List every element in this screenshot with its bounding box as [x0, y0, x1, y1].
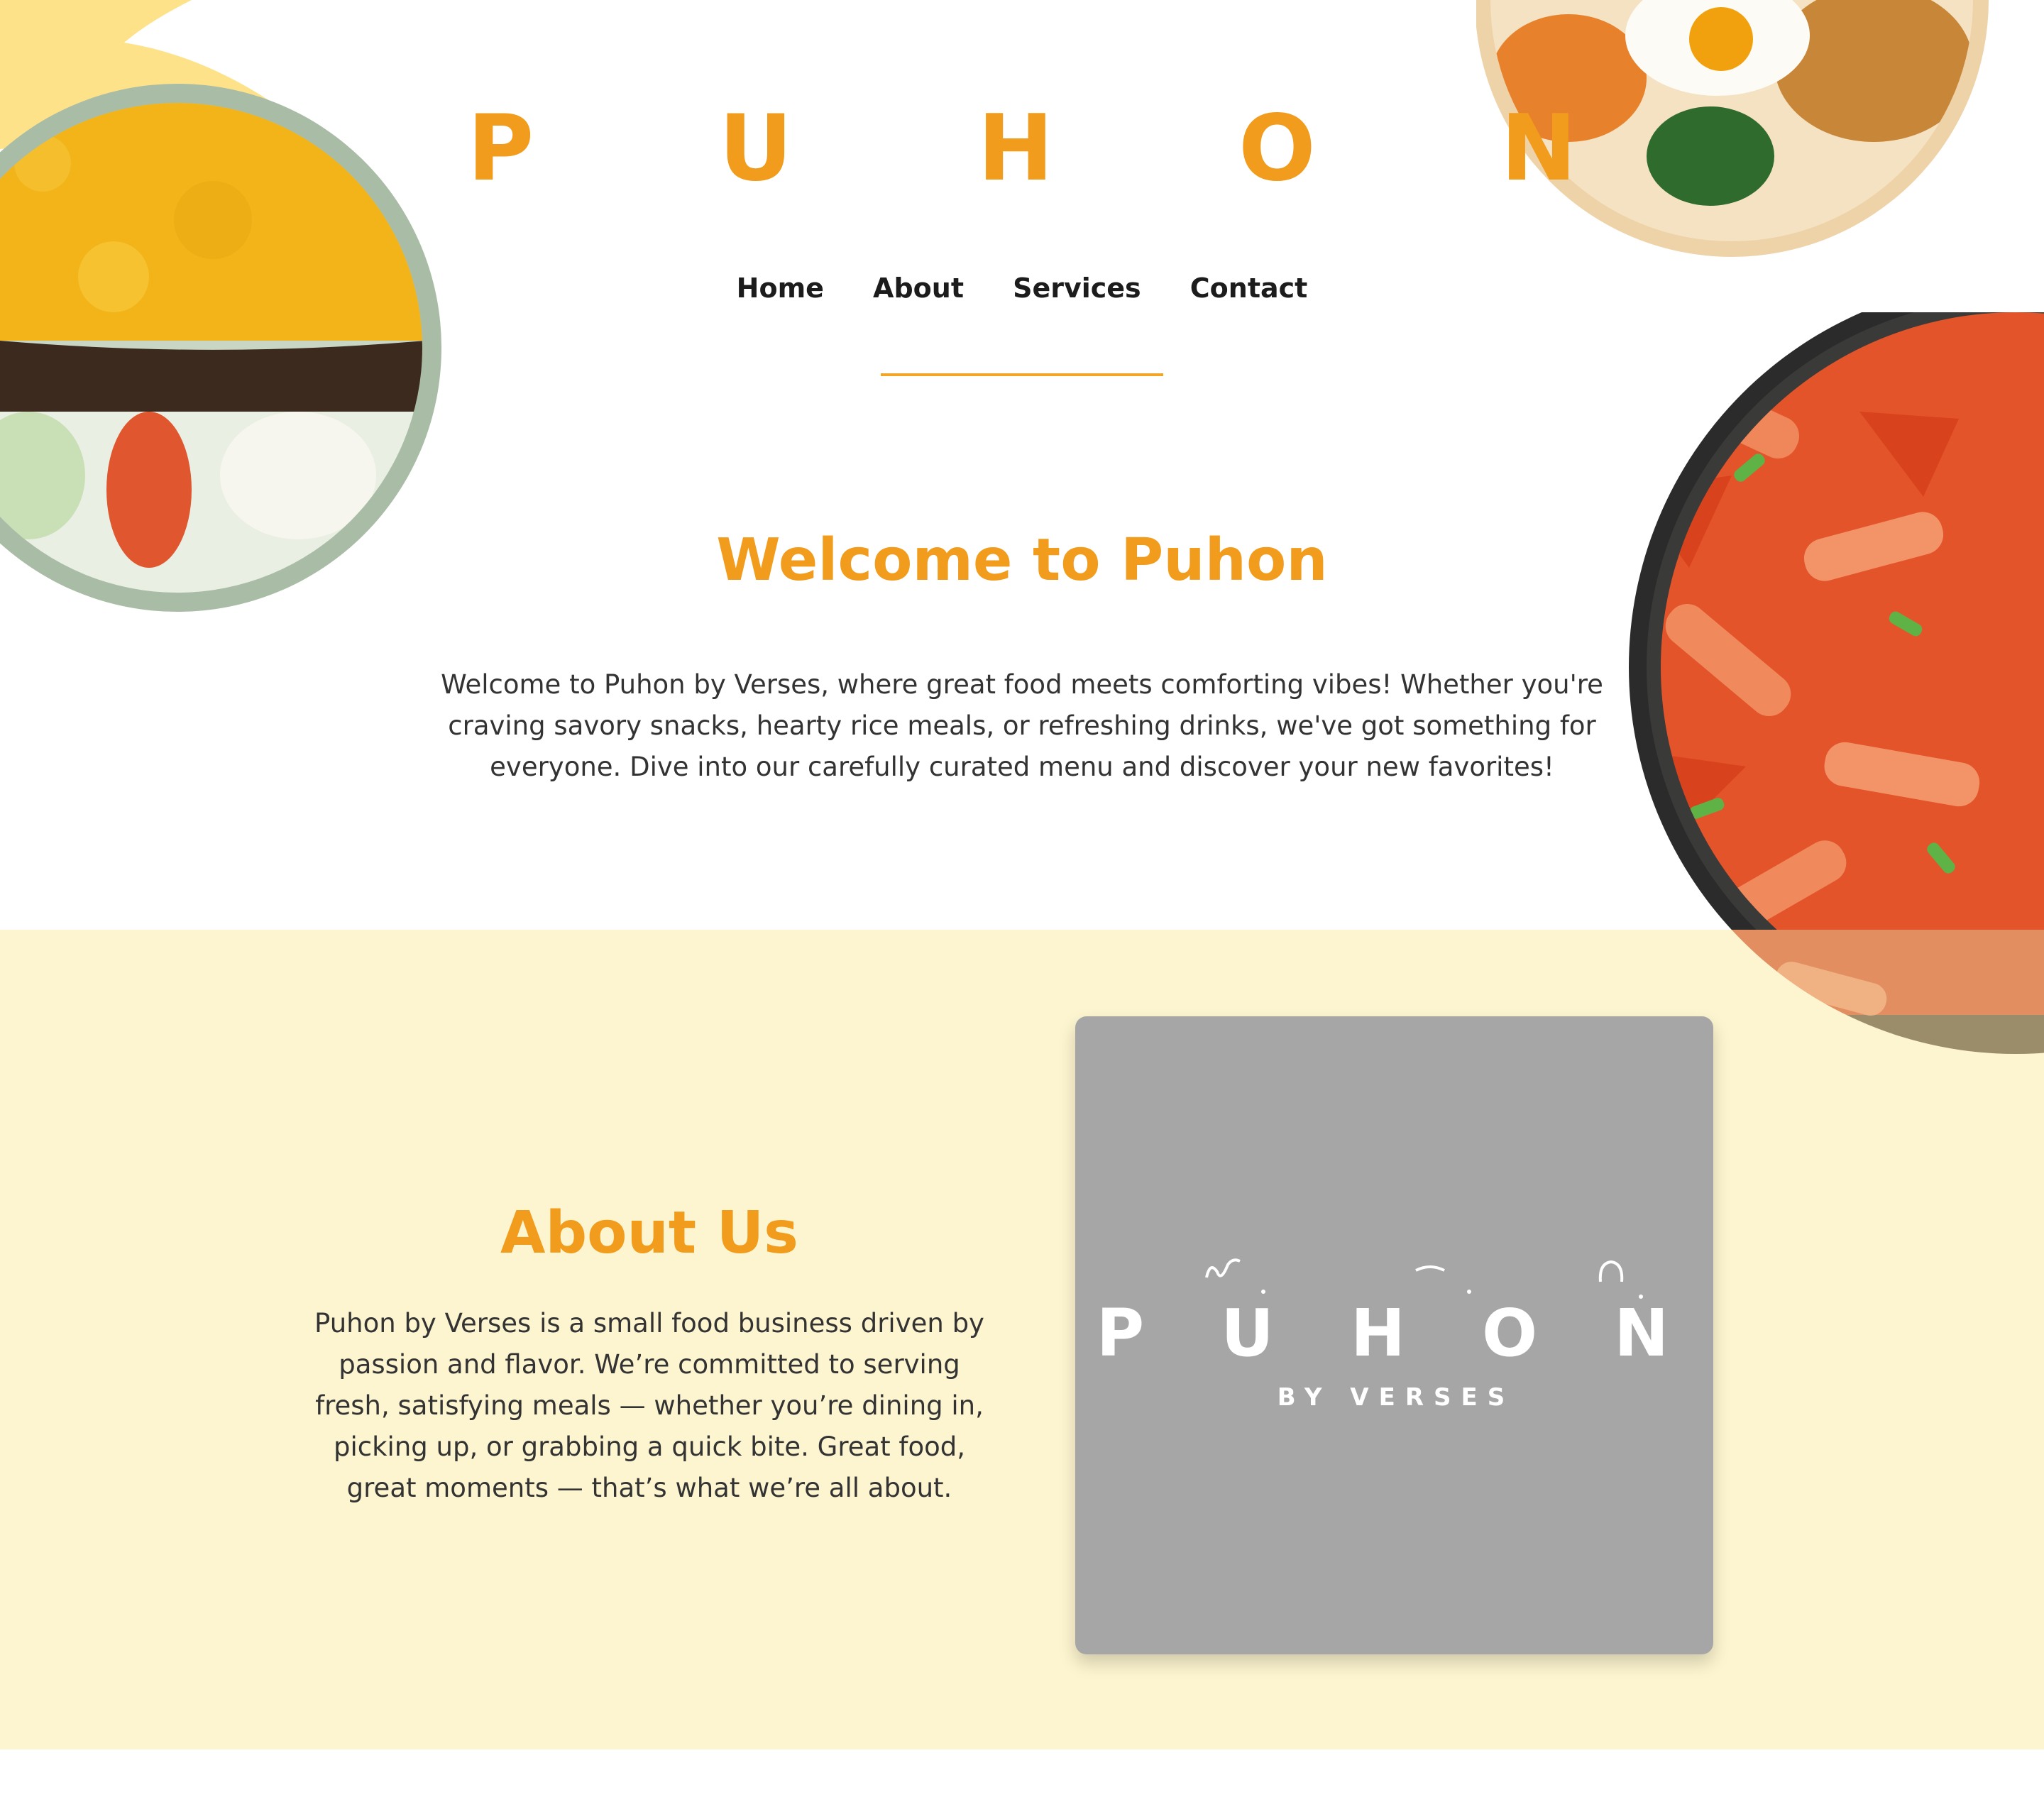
about-title: About Us	[500, 1199, 798, 1267]
tteokbokki-image	[1629, 312, 2044, 930]
brand-title: P U H O N	[467, 96, 1654, 202]
logo-card: P U H O N BY VERSES	[1075, 1016, 1713, 1654]
nav-item-services[interactable]: Services	[1013, 273, 1141, 304]
welcome-text: Welcome to Puhon by Verses, where great …	[441, 669, 1603, 782]
hero-section: P U H O N Home About Services Contact We…	[0, 0, 2044, 930]
about-section: About Us Puhon by Verses is a small food…	[0, 930, 2044, 1749]
nav-item-home[interactable]: Home	[737, 273, 824, 304]
nav-underline-divider	[881, 373, 1163, 376]
main-nav: Home About Services Contact	[0, 273, 2044, 304]
about-text: Puhon by Verses is a small food business…	[314, 1308, 984, 1503]
welcome-title: Welcome to Puhon	[716, 527, 1328, 594]
page-bottom	[0, 1749, 2044, 1797]
logo-tagline: BY VERSES	[1278, 1383, 1515, 1412]
nav-item-about[interactable]: About	[873, 273, 964, 304]
puhon-logo-image: P U H O N BY VERSES	[1097, 1258, 1696, 1412]
logo-wordmark: P U H O N	[1097, 1295, 1696, 1371]
nav-item-contact[interactable]: Contact	[1190, 273, 1308, 304]
